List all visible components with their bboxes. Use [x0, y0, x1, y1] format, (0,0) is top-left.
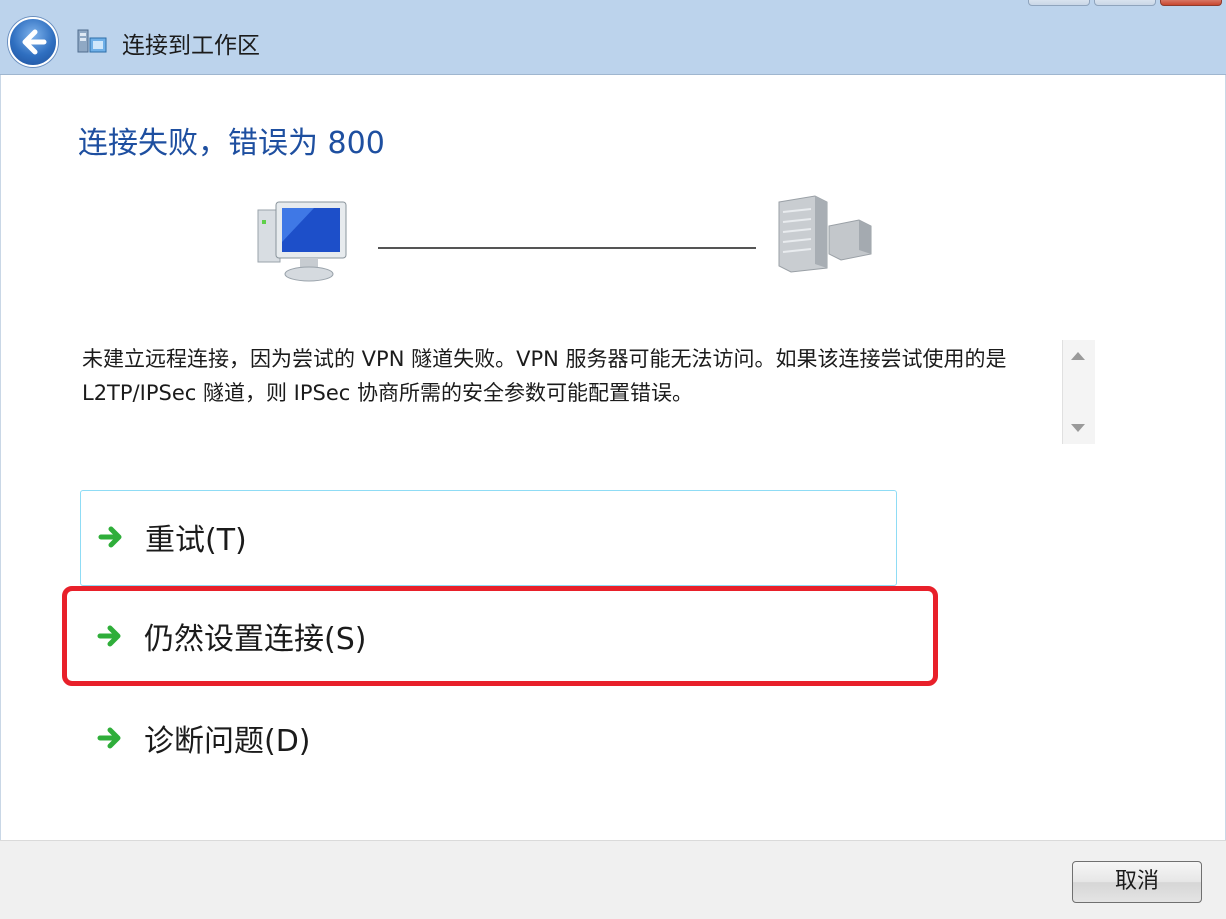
scroll-up-icon[interactable] — [1071, 352, 1085, 360]
window-title: 连接到工作区 — [122, 33, 260, 59]
maximize-button[interactable] — [1094, 0, 1156, 6]
green-arrow-icon — [97, 727, 121, 749]
green-arrow-icon — [98, 526, 122, 548]
scroll-down-icon[interactable] — [1071, 424, 1085, 432]
cancel-button[interactable]: 取消 — [1072, 861, 1202, 903]
footer-bar — [0, 840, 1226, 919]
retry-label: 重试(T) — [145, 523, 247, 558]
minimize-button[interactable] — [1028, 0, 1090, 6]
retry-command-link[interactable]: 重试(T) — [80, 490, 897, 586]
title-bar: 连接到工作区 — [0, 0, 1226, 75]
server-icon — [778, 195, 872, 273]
close-button[interactable] — [1160, 0, 1222, 6]
back-arrow-icon — [22, 29, 47, 55]
diagnose-command-link[interactable]: 诊断问题(D) — [80, 692, 897, 784]
red-highlight-box — [62, 586, 938, 686]
connection-line — [378, 247, 756, 249]
error-description: 未建立远程连接，因为尝试的 VPN 隧道失败。VPN 服务器可能无法访问。如果该… — [82, 347, 1007, 405]
back-button[interactable] — [8, 17, 58, 67]
diagnose-label: 诊断问题(D) — [144, 724, 311, 759]
computer-icon — [257, 201, 347, 282]
description-scrollbar[interactable] — [1062, 340, 1095, 444]
network-workplace-icon — [77, 29, 107, 53]
page-heading: 连接失败，错误为 800 — [78, 126, 385, 161]
